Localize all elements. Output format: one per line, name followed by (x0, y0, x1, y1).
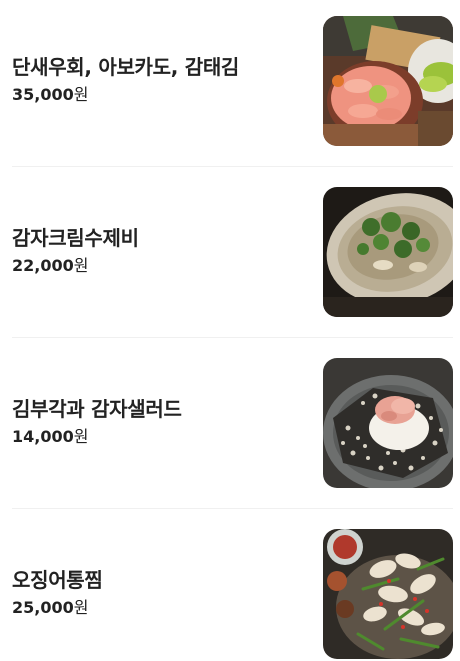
menu-item[interactable]: 감자크림수제비 22,000원 (12, 187, 453, 317)
menu-item-name: 감자크림수제비 (12, 226, 139, 250)
raw-shrimp-avocado-dish-photo[interactable] (323, 16, 453, 146)
price-unit: 원 (73, 256, 89, 275)
menu-item-price: 35,000원 (12, 84, 302, 106)
menu-item[interactable]: 김부각과 감자샐러드 14,000원 (12, 358, 453, 488)
menu-item-name: 김부각과 감자샐러드 (12, 397, 182, 421)
price-number: 25,000 (12, 598, 74, 617)
potato-cream-sujebi-photo[interactable] (323, 187, 453, 317)
menu-item-price: 14,000원 (12, 426, 302, 448)
price-number: 22,000 (12, 256, 74, 275)
menu-item[interactable]: 단새우회, 아보카도, 감태김 35,000원 (12, 16, 453, 146)
menu-divider (12, 166, 453, 167)
price-unit: 원 (73, 598, 89, 617)
price-number: 35,000 (12, 85, 74, 104)
menu-item-info: 오징어통찜 25,000원 (12, 529, 302, 659)
menu-item-price: 25,000원 (12, 597, 302, 619)
seaweed-chips-potato-salad-photo[interactable] (323, 358, 453, 488)
menu-list: 단새우회, 아보카도, 감태김 35,000원 감자크림수제비 22,000원 … (0, 0, 460, 661)
menu-item[interactable]: 오징어통찜 25,000원 (12, 529, 453, 659)
price-unit: 원 (73, 427, 89, 446)
menu-divider (12, 508, 453, 509)
steamed-squid-photo[interactable] (323, 529, 453, 659)
menu-item-info: 감자크림수제비 22,000원 (12, 187, 302, 317)
price-unit: 원 (73, 85, 89, 104)
menu-divider (12, 337, 453, 338)
menu-item-name: 단새우회, 아보카도, 감태김 (12, 55, 240, 79)
menu-item-info: 김부각과 감자샐러드 14,000원 (12, 358, 302, 488)
menu-item-info: 단새우회, 아보카도, 감태김 35,000원 (12, 16, 302, 146)
menu-item-price: 22,000원 (12, 255, 302, 277)
price-number: 14,000 (12, 427, 74, 446)
menu-item-name: 오징어통찜 (12, 568, 103, 592)
